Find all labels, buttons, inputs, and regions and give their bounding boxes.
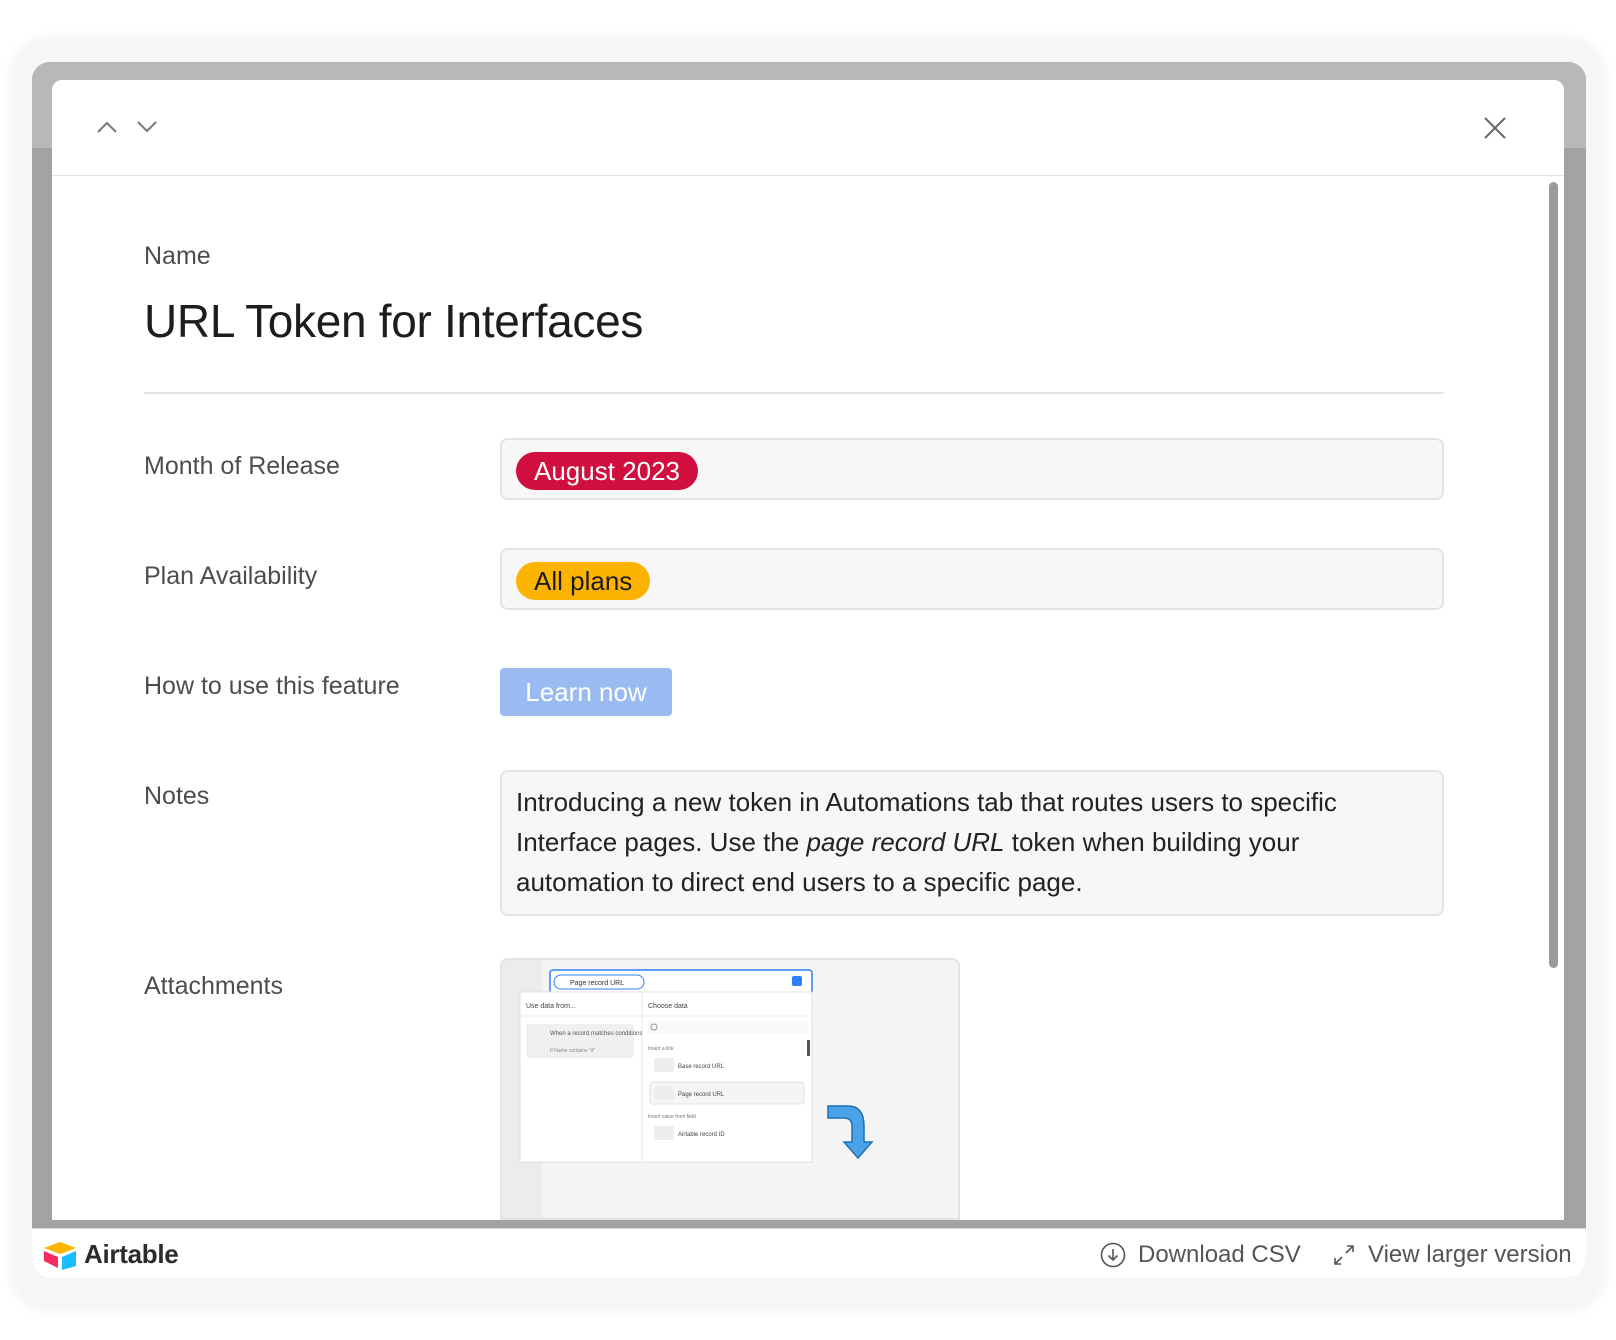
month-field-value[interactable]: August 2023 bbox=[500, 438, 1444, 500]
download-csv-link[interactable]: Download CSV bbox=[1100, 1241, 1301, 1269]
modal-scrollbar[interactable] bbox=[1546, 180, 1560, 1220]
scrollbar-thumb[interactable] bbox=[1549, 182, 1558, 968]
airtable-brand-text: Airtable bbox=[84, 1239, 179, 1269]
plan-field-value[interactable]: All plans bbox=[500, 548, 1444, 610]
record-content: Name URL Token for Interfaces Month of R… bbox=[144, 176, 1444, 1220]
attachment-thumbnail[interactable]: Page record URL Use data from... Choose … bbox=[500, 958, 960, 1220]
thumb-page-record-url: Page record URL bbox=[678, 1092, 725, 1098]
next-record-button[interactable] bbox=[132, 112, 162, 142]
embed-frame: Name URL Token for Interfaces Month of R… bbox=[32, 62, 1586, 1278]
thumb-trigger-title: When a record matches conditions bbox=[550, 1031, 642, 1037]
thumb-use-data-from: Use data from... bbox=[526, 1003, 576, 1010]
download-icon bbox=[1100, 1242, 1126, 1268]
modal-header bbox=[52, 80, 1564, 176]
thumb-insert-link: Insert a link bbox=[648, 1046, 674, 1052]
embed-footer: Airtable Download CSV View larger versio… bbox=[32, 1228, 1586, 1278]
airtable-logo[interactable]: Airtable bbox=[42, 1239, 179, 1270]
month-tag: August 2023 bbox=[516, 452, 699, 490]
download-csv-label: Download CSV bbox=[1138, 1241, 1301, 1268]
thumb-token-chip: Page record URL bbox=[570, 980, 624, 987]
thumb-airtable-record-id: Airtable record ID bbox=[678, 1132, 725, 1138]
plan-field-label: Plan Availability bbox=[144, 562, 318, 590]
chevron-up-icon bbox=[97, 121, 117, 133]
record-detail-modal: Name URL Token for Interfaces Month of R… bbox=[52, 80, 1564, 1220]
airtable-logo-icon bbox=[44, 1241, 76, 1270]
plan-tag: All plans bbox=[516, 562, 651, 600]
previous-record-button[interactable] bbox=[92, 112, 122, 142]
month-field-label: Month of Release bbox=[144, 452, 340, 480]
notes-field-label: Notes bbox=[144, 782, 210, 810]
thumb-base-record-url: Base record URL bbox=[678, 1064, 725, 1070]
notes-field-value[interactable]: Introducing a new token in Automations t… bbox=[500, 770, 1444, 916]
learn-now-button[interactable]: Learn now bbox=[500, 668, 672, 716]
name-field-label: Name bbox=[144, 242, 211, 270]
expand-icon bbox=[1334, 1245, 1354, 1265]
close-button[interactable] bbox=[1477, 110, 1513, 146]
title-divider bbox=[144, 392, 1444, 394]
thumb-insert-value: Insert value from field bbox=[648, 1114, 696, 1120]
notes-text-emphasis: page record URL bbox=[806, 827, 1005, 857]
close-icon bbox=[1484, 117, 1506, 139]
record-title: URL Token for Interfaces bbox=[144, 295, 644, 347]
view-larger-link[interactable]: View larger version bbox=[1332, 1241, 1572, 1269]
view-larger-label: View larger version bbox=[1368, 1241, 1572, 1268]
thumb-trigger-sub: If Name contains "d" bbox=[550, 1048, 595, 1054]
howto-field-label: How to use this feature bbox=[144, 672, 400, 700]
attachments-field-label: Attachments bbox=[144, 972, 283, 1000]
chevron-down-icon bbox=[137, 121, 157, 133]
attachment-preview-image: Page record URL Use data from... Choose … bbox=[502, 960, 958, 1218]
thumb-choose-data: Choose data bbox=[648, 1003, 688, 1010]
